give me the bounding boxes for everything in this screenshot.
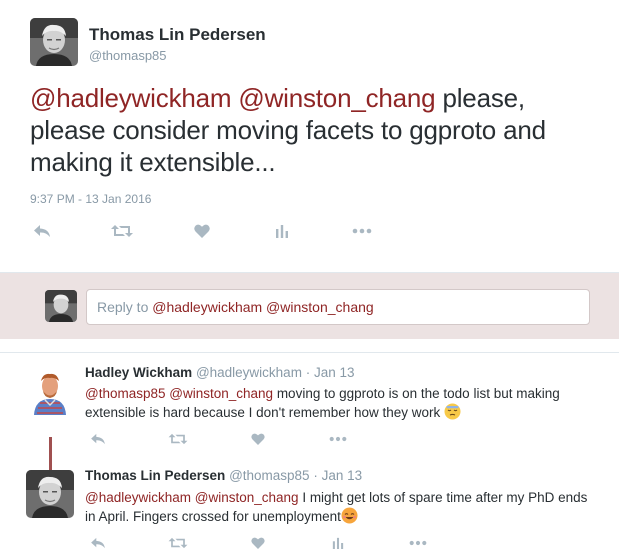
mention-link[interactable]: @winston_chang (169, 386, 273, 401)
avatar[interactable] (26, 367, 74, 415)
mention-link[interactable]: @winston_chang (195, 490, 299, 505)
analytics-icon[interactable] (328, 535, 348, 551)
avatar[interactable] (26, 470, 74, 518)
tweet-text-part: please, (442, 83, 525, 113)
tweet-text: @thomasp85 @winston_chang moving to ggpr… (85, 384, 595, 422)
author-name[interactable]: Hadley Wickham (85, 365, 192, 380)
reply-mentions: @hadleywickham @winston_chang (152, 299, 374, 315)
meta-separator: · (313, 468, 318, 483)
tweet-actions (88, 431, 408, 447)
tweet-date[interactable]: Jan 13 (314, 365, 355, 380)
retweet-icon[interactable] (168, 535, 188, 551)
retweet-icon[interactable] (168, 431, 188, 447)
tweet-actions (88, 535, 428, 551)
like-icon[interactable] (191, 222, 213, 240)
main-tweet: Thomas Lin Pedersen @thomasp85 @hadleywi… (0, 0, 619, 272)
tweet-header: Hadley Wickham @hadleywickham · Jan 13 (85, 365, 355, 380)
author-name[interactable]: Thomas Lin Pedersen (85, 468, 225, 483)
retweet-icon[interactable] (111, 222, 133, 240)
tweet-text-part: please consider moving facets to ggproto… (30, 115, 546, 177)
tweet-text: @hadleywickham @winston_chang I might ge… (85, 488, 595, 526)
reply-icon[interactable] (88, 431, 108, 447)
author-handle[interactable]: @hadleywickham (196, 365, 302, 380)
like-icon[interactable] (248, 431, 268, 447)
tweet-date[interactable]: Jan 13 (322, 468, 363, 483)
more-icon[interactable] (351, 222, 373, 240)
avatar (45, 290, 77, 322)
more-icon[interactable] (328, 431, 348, 447)
tweet-header: Thomas Lin Pedersen @thomasp85 · Jan 13 (85, 468, 362, 483)
smiling-face-emoji (341, 507, 358, 524)
meta-separator: · (305, 365, 311, 380)
more-icon[interactable] (408, 535, 428, 551)
reply-icon[interactable] (31, 222, 53, 240)
author-handle[interactable]: @thomasp85 (229, 468, 310, 483)
like-icon[interactable] (248, 535, 268, 551)
author-name[interactable]: Thomas Lin Pedersen (89, 25, 266, 45)
reply-icon[interactable] (88, 535, 108, 551)
reply-box: Reply to @hadleywickham @winston_chang (0, 272, 619, 339)
tweet-timestamp[interactable]: 9:37 PM - 13 Jan 2016 (30, 192, 151, 206)
analytics-icon[interactable] (271, 222, 293, 240)
tweet-text: @hadleywickham @winston_chang please, pl… (30, 82, 600, 178)
reply-prefix: Reply to (97, 299, 153, 315)
mention-link[interactable]: @hadleywickham (30, 83, 232, 113)
mention-link[interactable]: @winston_chang (238, 83, 435, 113)
reply-input[interactable]: Reply to @hadleywickham @winston_chang (86, 289, 590, 325)
mention-link[interactable]: @thomasp85 (85, 386, 166, 401)
mention-link[interactable]: @hadleywickham (85, 490, 191, 505)
sleepy-face-emoji (444, 403, 461, 420)
avatar[interactable] (30, 18, 78, 66)
author-handle[interactable]: @thomasp85 (89, 48, 167, 63)
tweet-actions (31, 222, 431, 240)
conversation: Hadley Wickham @hadleywickham · Jan 13 @… (0, 352, 619, 559)
